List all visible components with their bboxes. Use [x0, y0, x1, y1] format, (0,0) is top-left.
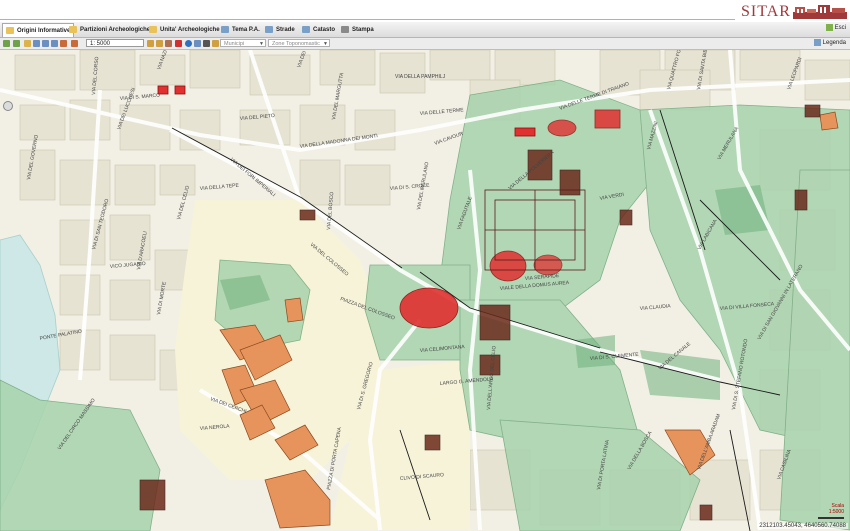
zoom-out-icon[interactable] [51, 40, 58, 47]
municipi-combo[interactable]: Municipi ▼ [220, 39, 266, 47]
info-tool-icon[interactable] [156, 40, 163, 47]
road-icon [265, 26, 273, 33]
print-map-icon[interactable] [194, 40, 201, 47]
monument-logo-icon [793, 5, 847, 19]
municipi-placeholder: Municipi [224, 41, 245, 47]
chevron-down-icon: ▼ [323, 41, 328, 47]
measure-icon[interactable] [71, 40, 78, 47]
tab-stampa[interactable]: Stampa [341, 23, 374, 36]
toponomastica-placeholder: Zone Toponomastic [272, 41, 320, 47]
tab-label: Strade [276, 26, 295, 33]
grid-icon [302, 26, 310, 33]
zoom-box-icon[interactable] [60, 40, 67, 47]
folder-icon [69, 26, 77, 33]
scale-select[interactable]: 1: 5000 [86, 39, 144, 47]
tab-bar: Origini Informative Partizioni Archeolog… [0, 22, 850, 38]
tab-label: Catasto [313, 26, 336, 33]
chevron-down-icon: ▼ [259, 41, 264, 47]
header-rule [0, 19, 735, 20]
folder-icon [6, 27, 14, 34]
legend-button[interactable]: Legenda [813, 39, 846, 46]
tab-label: Unita' Archeologiche [160, 26, 220, 33]
map-svg: VIA DELLA PAMPHILJVIA DEI TRITONEVIA DEL… [0, 50, 850, 531]
tab-origini-informative[interactable]: Origini Informative [2, 23, 75, 37]
help-icon[interactable] [185, 40, 192, 47]
map-canvas[interactable]: VIA DELLA PAMPHILJVIA DEI TRITONEVIA DEL… [0, 50, 850, 531]
tab-partizioni-archeologiche[interactable]: Partizioni Archeologiche [69, 23, 150, 36]
scale-bar-line [818, 517, 844, 519]
tab-label: Stampa [352, 26, 374, 33]
map-toolbar: 1: 5000 Municipi ▼ Zone Toponomastic ▼ L… [0, 38, 850, 50]
street-label: VIA DELLA PAMPHILJ [395, 74, 446, 80]
settings-icon[interactable] [203, 40, 210, 47]
exit-label: Esci [834, 24, 846, 31]
exit-icon [825, 24, 833, 31]
scale-bar-label: Scala 1:5000 [828, 503, 844, 515]
tab-label: Origini Informative [17, 27, 71, 34]
tab-strade[interactable]: Strade [265, 23, 295, 36]
toponomastica-combo[interactable]: Zone Toponomastic ▼ [268, 39, 330, 47]
legend-label: Legenda [822, 39, 846, 46]
scale-value: 1: 5000 [90, 41, 111, 47]
pan-icon[interactable] [33, 40, 40, 47]
exit-button[interactable]: Esci [825, 24, 846, 31]
tab-tema-pa[interactable]: Tema P.A. [221, 23, 260, 36]
printer-icon [341, 26, 349, 33]
coordinates-readout: 2312103.45043, 4640560.74088 [757, 523, 848, 529]
forward-arrow-icon[interactable] [13, 40, 20, 47]
back-arrow-icon[interactable] [3, 40, 10, 47]
zoom-in-icon[interactable] [42, 40, 49, 47]
street-label: VIA CLAUDIA [640, 303, 672, 312]
select-icon[interactable] [147, 40, 154, 47]
full-extent-icon[interactable] [24, 40, 31, 47]
street-label: VIA CAVOUR [434, 131, 465, 147]
legend-icon [813, 39, 821, 46]
layers-icon [221, 26, 229, 33]
identify-icon[interactable] [165, 40, 172, 47]
header-banner: SITAR [0, 0, 850, 22]
folder-icon [149, 26, 157, 33]
tab-unita-archeologiche[interactable]: Unita' Archeologiche [149, 23, 220, 36]
scale-bar: Scala 1:5000 [818, 503, 844, 519]
lock-icon[interactable] [212, 40, 219, 47]
pan-control[interactable] [3, 101, 13, 111]
tab-catasto[interactable]: Catasto [302, 23, 335, 36]
street-label: VIA DEI FORI IMPERIALI [229, 157, 276, 198]
street-label: VIA DI S. MARCO [120, 92, 161, 101]
tab-label: Partizioni Archeologiche [80, 26, 151, 33]
clear-icon[interactable] [175, 40, 182, 47]
street-label: VIA DELLA TEPE [200, 183, 240, 192]
sitar-logo: SITAR [741, 3, 791, 20]
street-label: VIA DELLE TERME [420, 107, 465, 117]
tab-label: Tema P.A. [232, 26, 260, 33]
